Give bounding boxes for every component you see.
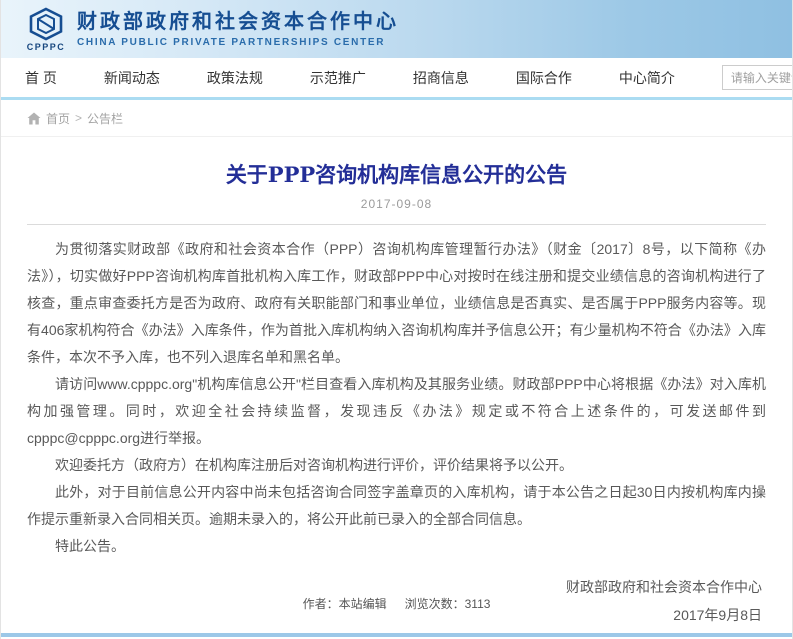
cpppc-logo-icon xyxy=(25,7,67,41)
logo-acronym: CPPPC xyxy=(27,42,66,52)
article-paragraph: 欢迎委托方（政府方）在机构库注册后对咨询机构进行评价，评价结果将予以公开。 xyxy=(27,452,766,479)
article-body: 为贯彻落实财政部《政府和社会资本合作（PPP）咨询机构库管理暂行办法》（财金〔2… xyxy=(27,236,766,560)
search-input[interactable] xyxy=(722,65,793,90)
nav-item-policy[interactable]: 政策法规 xyxy=(207,68,263,88)
article-paragraph: 特此公告。 xyxy=(27,533,766,560)
article-paragraph: 为贯彻落实财政部《政府和社会资本合作（PPP）咨询机构库管理暂行办法》（财金〔2… xyxy=(27,236,766,371)
nav-item-home[interactable]: 首 页 xyxy=(25,68,57,88)
site-logo[interactable]: CPPPC 财政部政府和社会资本合作中心 CHINA PUBLIC PRIVAT… xyxy=(25,7,399,52)
article-date: 2017-09-08 xyxy=(27,197,766,211)
home-icon xyxy=(27,112,41,125)
breadcrumb: 首页 > 公告栏 xyxy=(1,100,792,137)
article: 关于PPP咨询机构库信息公开的公告 2017-09-08 为贯彻落实财政部《政府… xyxy=(1,159,792,639)
site-title-stack: 财政部政府和社会资本合作中心 CHINA PUBLIC PRIVATE PART… xyxy=(77,10,399,48)
views-label: 浏览次数： xyxy=(405,597,465,611)
nav-item-investment[interactable]: 招商信息 xyxy=(413,68,469,88)
title-divider xyxy=(27,224,766,225)
site-title: 财政部政府和社会资本合作中心 xyxy=(77,10,399,34)
page: CPPPC 财政部政府和社会资本合作中心 CHINA PUBLIC PRIVAT… xyxy=(0,0,793,639)
breadcrumb-separator: > xyxy=(75,111,82,125)
nav-item-news[interactable]: 新闻动态 xyxy=(104,68,160,88)
breadcrumb-home[interactable]: 首页 xyxy=(46,110,70,127)
views-count: 3113 xyxy=(465,597,491,611)
site-header: CPPPC 财政部政府和社会资本合作中心 CHINA PUBLIC PRIVAT… xyxy=(1,0,792,58)
nav-item-demonstration[interactable]: 示范推广 xyxy=(310,68,366,88)
logo-mark: CPPPC xyxy=(25,7,67,52)
footer-accent-bar xyxy=(1,633,792,637)
nav-item-international[interactable]: 国际合作 xyxy=(516,68,572,88)
site-subtitle: CHINA PUBLIC PRIVATE PARTNERSHIPS CENTER xyxy=(77,37,399,48)
nav-search xyxy=(722,65,793,90)
meta-bar: 作者：本站编辑 浏览次数：3113 xyxy=(1,595,792,612)
page-title: 关于PPP咨询机构库信息公开的公告 xyxy=(27,159,766,189)
article-paragraph: 请访问www.cpppc.org"机构库信息公开"栏目查看入库机构及其服务业绩。… xyxy=(27,371,766,452)
breadcrumb-current[interactable]: 公告栏 xyxy=(87,110,123,127)
author-label: 作者： xyxy=(303,597,339,611)
author-value: 本站编辑 xyxy=(339,597,387,611)
article-paragraph: 此外，对于目前信息公开内容中尚未包括咨询合同签字盖章页的入库机构，请于本公告之日… xyxy=(27,479,766,533)
main-nav: 首 页 新闻动态 政策法规 示范推广 招商信息 国际合作 中心简介 中文 | E… xyxy=(1,58,792,100)
nav-item-about[interactable]: 中心简介 xyxy=(619,68,675,88)
